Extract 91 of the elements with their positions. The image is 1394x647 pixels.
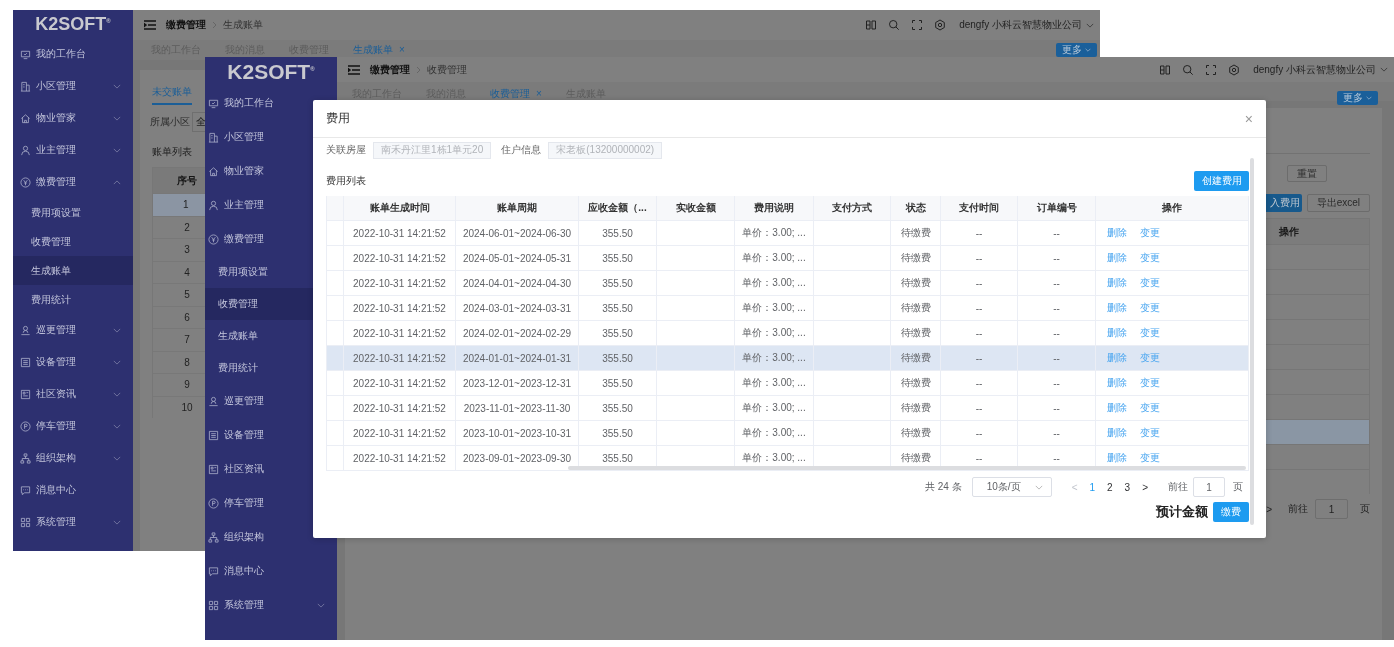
logo: K2SOFT$^{®}$ [226, 58, 316, 85]
column-header: 费用说明 [735, 196, 814, 220]
table-cell: 2022-10-31 14:21:52 [344, 221, 456, 245]
filter-label: 所属小区 [150, 115, 190, 129]
section-title: 费用列表 [326, 174, 366, 188]
table-cell: -- [1018, 271, 1096, 295]
table-cell: 待缴费 [891, 221, 941, 245]
goto-label: 前往 [1168, 480, 1188, 494]
table-cell: -- [1018, 296, 1096, 320]
breadcrumb-item: 收费管理 [427, 62, 467, 77]
column-header: 操作 [1096, 196, 1249, 220]
total-count: 共 24 条 [924, 480, 962, 494]
table-cell: 2024-03-01~2024-03-31 [456, 296, 579, 320]
column-header: 应收金额（... [579, 196, 657, 220]
table-cell: 2022-10-31 14:21:52 [344, 246, 456, 270]
column-header: 账单周期 [456, 196, 579, 220]
column-header: 支付方式 [814, 196, 891, 220]
table-cell: 2024-02-01~2024-02-29 [456, 321, 579, 345]
table-cell: 单价：3.00; ... [735, 346, 814, 370]
table-cell: 单价：3.00; ... [735, 421, 814, 445]
table-cell: 2022-10-31 14:21:52 [344, 396, 456, 420]
table-cell: -- [1018, 221, 1096, 245]
table-cell: 待缴费 [891, 271, 941, 295]
table-cell: 355.50 [579, 221, 657, 245]
table-cell: 待缴费 [891, 296, 941, 320]
column-header: 订单编号 [1018, 196, 1096, 220]
table-cell: 单价：3.00; ... [735, 321, 814, 345]
page-unit: 页 [1360, 502, 1370, 516]
table-cell: -- [941, 421, 1018, 445]
table-cell: 单价：3.00; ... [735, 221, 814, 245]
table-cell: -- [941, 246, 1018, 270]
table-cell: 2022-10-31 14:21:52 [344, 421, 456, 445]
table-cell: -- [1018, 321, 1096, 345]
table-cell: 2024-04-01~2024-04-30 [456, 271, 579, 295]
table-cell: 待缴费 [891, 371, 941, 395]
table-cell: 2022-10-31 14:21:52 [344, 296, 456, 320]
table-cell: 待缴费 [891, 346, 941, 370]
table-cell: 355.50 [579, 371, 657, 395]
table-cell: -- [941, 346, 1018, 370]
table-cell: -- [941, 371, 1018, 395]
logo: K2SOFT$^{®}$ [34, 12, 112, 36]
table-cell: 355.50 [579, 296, 657, 320]
table-cell: 待缴费 [891, 321, 941, 345]
table-cell: 355.50 [579, 421, 657, 445]
table-cell: 2022-10-31 14:21:52 [344, 446, 456, 470]
table-cell: 355.50 [579, 246, 657, 270]
table-cell: 待缴费 [891, 396, 941, 420]
table-cell: -- [1018, 246, 1096, 270]
table-cell: 待缴费 [891, 246, 941, 270]
table-cell: 单价：3.00; ... [735, 371, 814, 395]
table-cell: -- [941, 321, 1018, 345]
table-cell: 2023-10-01~2023-10-31 [456, 421, 579, 445]
table-cell: -- [1018, 346, 1096, 370]
column-header: 状态 [891, 196, 941, 220]
column-header: 支付时间 [941, 196, 1018, 220]
table-cell: 355.50 [579, 396, 657, 420]
field-label: 住户信息 [501, 143, 542, 157]
page-unit: 页 [1233, 480, 1243, 494]
table-cell: 2024-05-01~2024-05-31 [456, 246, 579, 270]
column-header: 实收金额 [657, 196, 735, 220]
table-cell: 单价：3.00; ... [735, 271, 814, 295]
table-cell: 355.50 [579, 321, 657, 345]
table-cell: 2023-11-01~2023-11-30 [456, 396, 579, 420]
table-cell: 2023-12-01~2023-12-31 [456, 371, 579, 395]
table-cell: -- [941, 396, 1018, 420]
list-title: 账单列表 [152, 145, 192, 159]
table-cell: 单价：3.00; ... [735, 396, 814, 420]
column-header: 账单生成时间 [344, 196, 456, 220]
table-cell: 2022-10-31 14:21:52 [344, 321, 456, 345]
table-cell: -- [1018, 371, 1096, 395]
table-cell: 2022-10-31 14:21:52 [344, 371, 456, 395]
table-cell: 单价：3.00; ... [735, 296, 814, 320]
table-cell: -- [1018, 396, 1096, 420]
dialog-title: 费用 [326, 110, 350, 127]
table-cell: 单价：3.00; ... [735, 246, 814, 270]
table-cell: 2024-01-01~2024-01-31 [456, 346, 579, 370]
table-cell: -- [941, 271, 1018, 295]
table-cell: 355.50 [579, 271, 657, 295]
table-cell: 2024-06-01~2024-06-30 [456, 221, 579, 245]
field-label: 关联房屋 [326, 143, 366, 157]
column-header: 操作 [1279, 224, 1300, 239]
table-cell: 2022-10-31 14:21:52 [344, 346, 456, 370]
estimate-label: 预计金额 [1156, 503, 1208, 521]
table-cell: 待缴费 [891, 421, 941, 445]
table-cell: -- [941, 221, 1018, 245]
breadcrumb-item: 生成账单 [223, 18, 263, 32]
table-cell: -- [941, 296, 1018, 320]
table-cell: 2022-10-31 14:21:52 [344, 271, 456, 295]
table-cell: -- [1018, 421, 1096, 445]
table-cell: 355.50 [579, 346, 657, 370]
goto-label: 前往 [1288, 502, 1308, 516]
